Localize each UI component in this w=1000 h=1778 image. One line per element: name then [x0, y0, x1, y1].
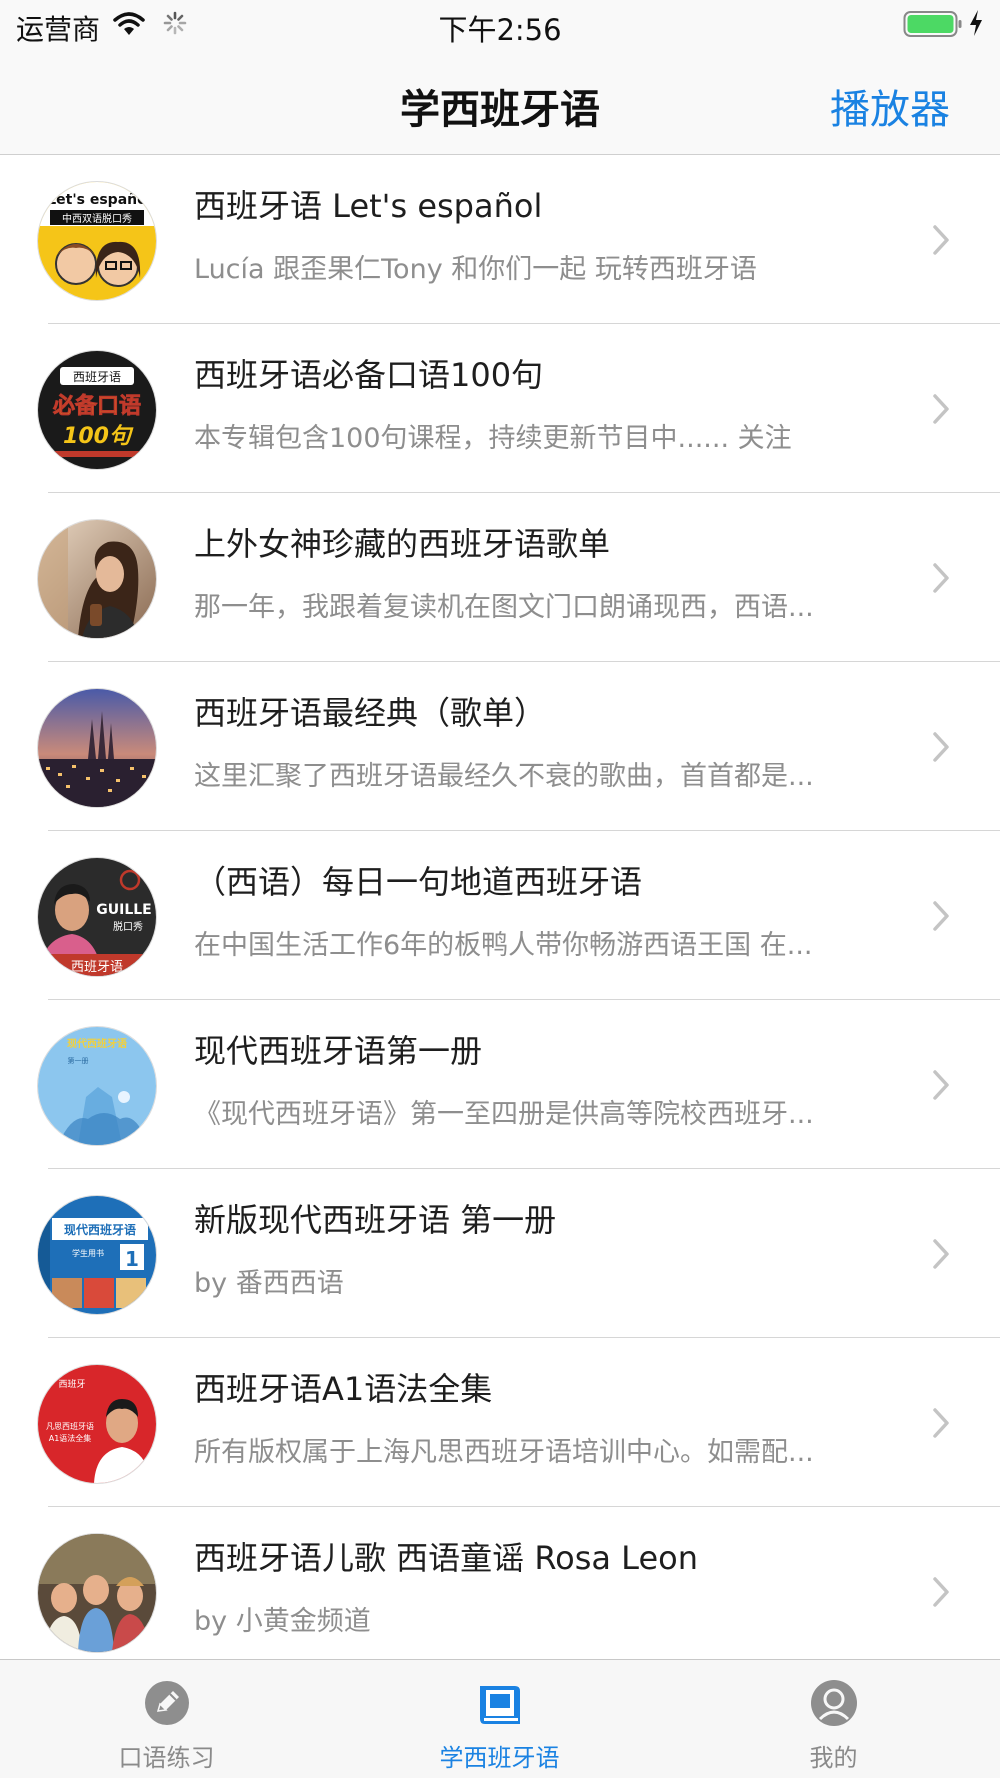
- album-subtitle: 本专辑包含100句课程，持续更新节目中...... 关注: [194, 423, 792, 454]
- battery-icon: [903, 10, 963, 42]
- album-subtitle: 那一年，我跟着复读机在图文门口朗诵现西，西语...: [194, 592, 814, 623]
- album-title: 西班牙语A1语法全集: [194, 1370, 493, 1408]
- album-title: 西班牙语 Let's español: [194, 187, 543, 225]
- album-subtitle: by 小黄金频道: [194, 1606, 371, 1637]
- tab-label: 学西班牙语: [439, 1744, 560, 1772]
- album-title: 上外女神珍藏的西班牙语歌单: [194, 525, 611, 563]
- album-subtitle: 在中国生活工作6年的板鸭人带你畅游西语王国 在...: [194, 930, 813, 961]
- list-item[interactable]: Let's españo 中西双语脱口秀 西班牙语 Let's español …: [0, 155, 1000, 324]
- status-bar: 运营商 下午2:56: [0, 0, 1000, 50]
- list-item[interactable]: 西班牙语 必备口语 100句 西班牙语必备口语100句 本专辑包含100句课程，…: [0, 324, 1000, 493]
- pencil-icon: [142, 1678, 192, 1732]
- chevron-right-icon: [932, 393, 950, 429]
- cover-number: 西班牙语: [71, 960, 123, 975]
- chevron-right-icon: [932, 562, 950, 598]
- cover-text: 西班牙语: [73, 370, 121, 384]
- cover-caption: 中西双语脱口秀: [62, 212, 132, 225]
- album-subtitle: Lucía 跟歪果仁Tony 和你们一起 玩转西班牙语: [194, 254, 757, 285]
- chevron-right-icon: [932, 224, 950, 260]
- album-title: 西班牙语最经典（歌单）: [194, 694, 547, 732]
- cover-number: 100句: [63, 424, 134, 449]
- album-cover-image: 西班牙语 必备口语 100句: [37, 350, 157, 470]
- album-subtitle: by 番西西语: [194, 1268, 344, 1299]
- cover-text: 西班牙: [58, 1378, 85, 1390]
- cover-number: 1: [125, 1247, 139, 1271]
- tab-label: 我的: [809, 1744, 858, 1772]
- cover-number: A1语法全集: [49, 1433, 92, 1443]
- album-title: 新版现代西班牙语 第一册: [194, 1201, 557, 1239]
- cover-text: GUILLE: [96, 902, 151, 918]
- chevron-right-icon: [932, 1407, 950, 1443]
- cover-caption: 凡思西班牙语: [46, 1421, 94, 1431]
- album-cover-image: Let's españo 中西双语脱口秀: [37, 181, 157, 301]
- album-title: 西班牙语儿歌 西语童谣 Rosa Leon: [194, 1539, 698, 1577]
- charging-bolt-icon: [968, 9, 984, 41]
- list-item[interactable]: 西班牙语儿歌 西语童谣 Rosa Leon by 小黄金频道: [0, 1507, 1000, 1659]
- tab-bar: 口语练习 学西班牙语 我的: [0, 1659, 1000, 1778]
- chevron-right-icon: [932, 731, 950, 767]
- cover-text: 现代西班牙语: [64, 1222, 136, 1237]
- album-cover-image: 现代西班牙语 学生用书 1: [37, 1195, 157, 1315]
- list-item[interactable]: 西班牙 凡思西班牙语 A1语法全集 西班牙语A1语法全集 所有版权属于上海凡思西…: [0, 1338, 1000, 1507]
- cover-text: 现代西班牙语: [67, 1037, 127, 1050]
- cover-caption: 学生用书: [72, 1248, 104, 1258]
- album-list: Let's españo 中西双语脱口秀 西班牙语 Let's español …: [0, 155, 1000, 1659]
- album-title: 西班牙语必备口语100句: [194, 356, 544, 394]
- chevron-right-icon: [932, 1238, 950, 1274]
- app-screen: 运营商 下午2:56 学西班牙语 播放器 Let's españo 中西双语脱口…: [0, 0, 1000, 1778]
- tab-speaking-practice[interactable]: 口语练习: [0, 1660, 333, 1778]
- navigation-bar: 学西班牙语 播放器: [0, 50, 1000, 155]
- album-cover-image: [37, 688, 157, 808]
- profile-icon: [809, 1678, 859, 1732]
- album-cover-image: [37, 519, 157, 639]
- list-item[interactable]: 西班牙语最经典（歌单） 这里汇聚了西班牙语最经久不衰的歌曲，首首都是...: [0, 662, 1000, 831]
- album-subtitle: 所有版权属于上海凡思西班牙语培训中心。如需配...: [194, 1437, 814, 1468]
- album-cover-image: 西班牙 凡思西班牙语 A1语法全集: [37, 1364, 157, 1484]
- cover-caption: 脱口秀: [113, 920, 143, 933]
- list-item[interactable]: 现代西班牙语 学生用书 1 新版现代西班牙语 第一册 by 番西西语: [0, 1169, 1000, 1338]
- list-item[interactable]: 现代西班牙语 第一册 现代西班牙语第一册 《现代西班牙语》第一至四册是供高等院校…: [0, 1000, 1000, 1169]
- cover-caption: 第一册: [68, 1056, 89, 1065]
- player-button[interactable]: 播放器: [830, 77, 950, 135]
- list-item[interactable]: 上外女神珍藏的西班牙语歌单 那一年，我跟着复读机在图文门口朗诵现西，西语...: [0, 493, 1000, 662]
- chevron-right-icon: [932, 900, 950, 936]
- chevron-right-icon: [932, 1576, 950, 1612]
- album-cover-image: [37, 1533, 157, 1653]
- status-time: 下午2:56: [438, 13, 562, 47]
- album-title: 现代西班牙语第一册: [194, 1032, 483, 1070]
- album-subtitle: 这里汇聚了西班牙语最经久不衰的歌曲，首首都是...: [194, 761, 814, 792]
- tab-learn-spanish[interactable]: 学西班牙语: [333, 1660, 666, 1778]
- cover-caption: 必备口语: [53, 393, 141, 419]
- chevron-right-icon: [932, 1069, 950, 1105]
- tab-label: 口语练习: [118, 1744, 215, 1772]
- tab-profile[interactable]: 我的: [667, 1660, 1000, 1778]
- album-cover-image: GUILLE 脱口秀 西班牙语: [37, 857, 157, 977]
- cover-text: Let's españo: [47, 192, 147, 208]
- album-title: （西语）每日一句地道西班牙语: [194, 863, 643, 901]
- album-subtitle: 《现代西班牙语》第一至四册是供高等院校西班牙...: [194, 1099, 814, 1130]
- album-cover-image: 现代西班牙语 第一册: [37, 1026, 157, 1146]
- list-item[interactable]: GUILLE 脱口秀 西班牙语 （西语）每日一句地道西班牙语 在中国生活工作6年…: [0, 831, 1000, 1000]
- book-icon: [475, 1678, 525, 1732]
